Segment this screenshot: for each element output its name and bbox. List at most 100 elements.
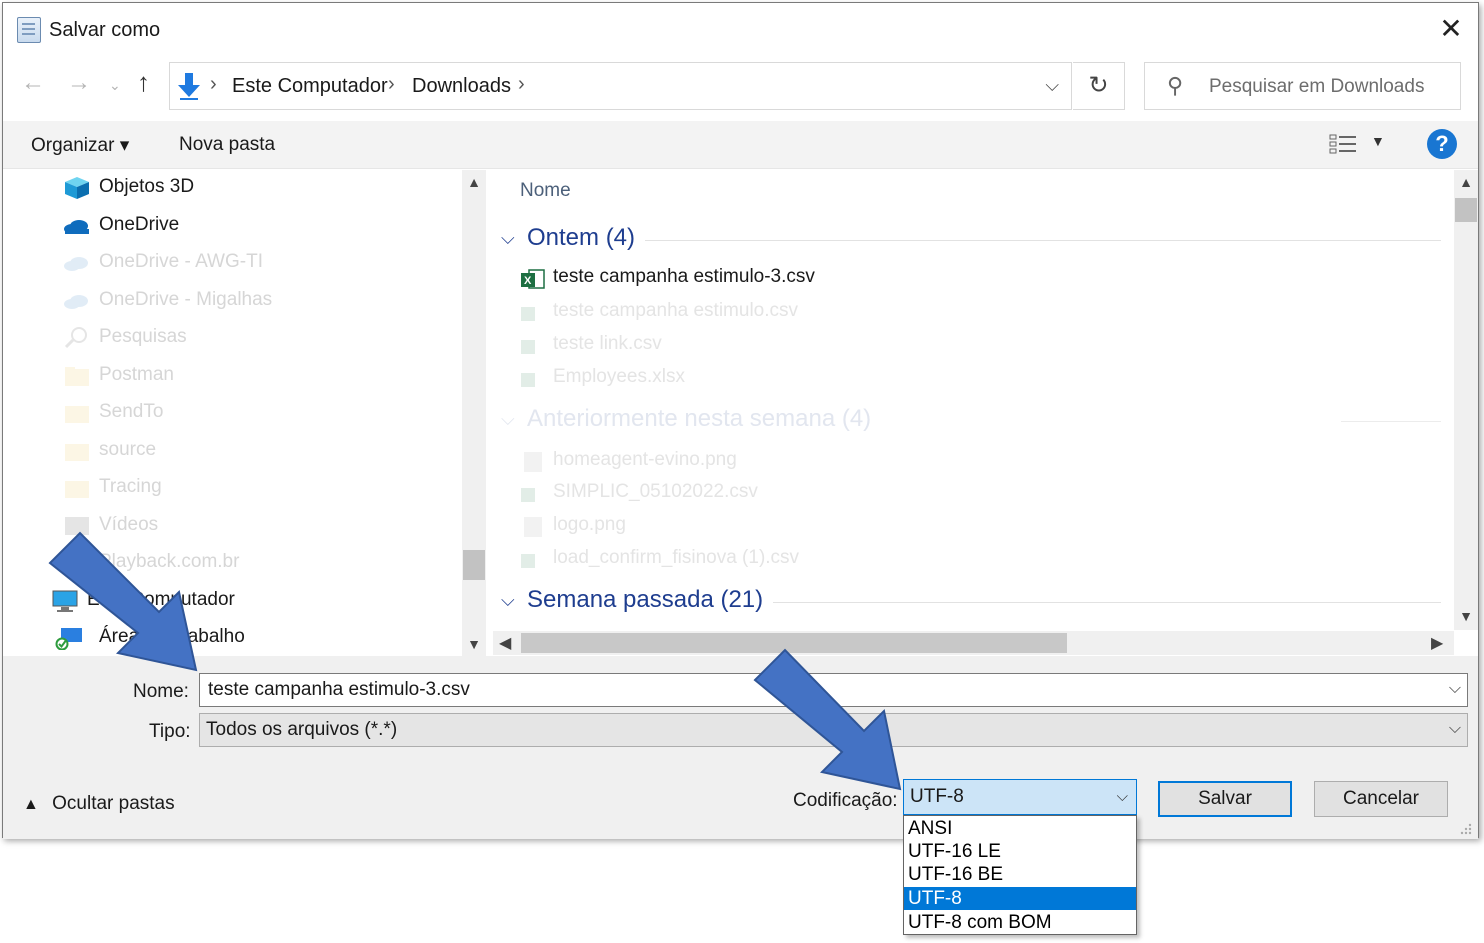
nav-item-label: Tracing bbox=[99, 476, 162, 497]
file-list-scrollbar[interactable]: ▲ ▼ bbox=[1454, 170, 1478, 630]
encoding-value: UTF-8 bbox=[910, 786, 964, 807]
view-dropdown-icon[interactable]: ▼ bbox=[1371, 133, 1385, 149]
excel-file-icon bbox=[521, 554, 535, 568]
nav-item-source[interactable]: source bbox=[63, 435, 443, 465]
new-folder-button[interactable]: Nova pasta bbox=[179, 134, 275, 156]
group-divider bbox=[527, 240, 1441, 241]
encoding-option-utf8-bom[interactable]: UTF-8 com BOM bbox=[904, 911, 1136, 934]
address-dropdown-icon[interactable]: ⌵ bbox=[1045, 75, 1059, 96]
nav-item-sendto[interactable]: SendTo bbox=[63, 397, 443, 427]
file-item[interactable]: SIMPLIC_05102022.csv bbox=[521, 479, 1121, 509]
nav-item-postman[interactable]: Postman bbox=[63, 360, 443, 390]
search-icon bbox=[64, 327, 87, 349]
video-icon bbox=[65, 517, 89, 535]
file-name: load_confirm_fisinova (1).csv bbox=[553, 547, 800, 568]
view-options-icon[interactable] bbox=[1329, 134, 1357, 154]
file-type-select[interactable]: Todos os arquivos (*.*) ⌵ bbox=[199, 713, 1468, 747]
refresh-button[interactable]: ↻ bbox=[1073, 62, 1125, 110]
excel-file-icon bbox=[521, 488, 535, 502]
breadcrumb-this-pc[interactable]: Este Computador bbox=[232, 75, 388, 98]
nav-item-onedrive-migalhas[interactable]: OneDrive - Migalhas bbox=[63, 285, 443, 315]
nav-item-playback[interactable]: Playback.com.br bbox=[63, 547, 443, 577]
command-bar: Organizar ▾ Nova pasta ▼ bbox=[3, 121, 1478, 169]
address-bar[interactable]: › Este Computador › Downloads › ⌵ bbox=[169, 62, 1072, 110]
horizontal-scrollbar[interactable]: ◀ ▶ bbox=[493, 631, 1454, 655]
nav-item-searches[interactable]: Pesquisas bbox=[63, 322, 443, 352]
nav-item-this-pc[interactable]: Este Computador bbox=[51, 585, 431, 615]
group-header-yesterday[interactable]: ⌵ Ontem (4) bbox=[501, 224, 1441, 258]
hide-folders-button[interactable]: ▲ Ocultar pastas bbox=[23, 793, 175, 815]
scroll-right-icon[interactable]: ▶ bbox=[1431, 633, 1443, 653]
file-name-value: teste campanha estimulo-3.csv bbox=[208, 679, 470, 700]
scroll-down-icon[interactable]: ▼ bbox=[1454, 608, 1478, 624]
chevron-down-icon[interactable]: ⌵ bbox=[1449, 680, 1461, 698]
help-icon[interactable]: ? bbox=[1427, 129, 1457, 159]
encoding-option-utf16be[interactable]: UTF-16 BE bbox=[904, 863, 1136, 886]
hide-folders-label: Ocultar pastas bbox=[52, 793, 175, 814]
file-type-label: Tipo: bbox=[149, 721, 191, 742]
close-button[interactable]: ✕ bbox=[1434, 13, 1468, 47]
file-item[interactable]: logo.png bbox=[521, 512, 1121, 542]
save-as-dialog: Salvar como ✕ ← → ⌄ ↑ › Este Computador … bbox=[2, 2, 1479, 839]
cancel-button[interactable]: Cancelar bbox=[1314, 781, 1448, 817]
recent-locations-icon[interactable]: ⌄ bbox=[109, 77, 121, 94]
column-header-name[interactable]: Nome bbox=[520, 180, 571, 202]
group-label: Ontem (4) bbox=[527, 224, 646, 252]
chevron-down-icon[interactable]: ⌵ bbox=[501, 409, 515, 430]
nav-item-3d-objects[interactable]: Objetos 3D bbox=[63, 172, 443, 202]
download-arrow-icon bbox=[178, 73, 200, 100]
scroll-thumb[interactable] bbox=[521, 633, 1067, 653]
encoding-select[interactable]: UTF-8 ⌵ bbox=[903, 779, 1137, 815]
file-list: Nome ⌵ Ontem (4) X teste campanha estimu… bbox=[493, 170, 1453, 630]
save-button[interactable]: Salvar bbox=[1158, 781, 1292, 817]
nav-pane-scrollbar[interactable]: ▲ ▼ bbox=[462, 170, 486, 657]
encoding-option-utf8[interactable]: UTF-8 bbox=[904, 887, 1136, 910]
chevron-up-icon: ▲ bbox=[23, 796, 39, 813]
excel-file-icon bbox=[521, 373, 535, 387]
chevron-down-icon[interactable]: ⌵ bbox=[501, 228, 515, 249]
file-item[interactable]: teste link.csv bbox=[521, 331, 1121, 361]
image-file-icon bbox=[524, 517, 542, 537]
breadcrumb-downloads[interactable]: Downloads bbox=[412, 75, 511, 98]
group-header-earlier-this-week[interactable]: ⌵ Anteriormente nesta semana (4) bbox=[501, 405, 1441, 439]
group-divider bbox=[1341, 421, 1441, 422]
scroll-down-icon[interactable]: ▼ bbox=[462, 636, 486, 652]
organize-button[interactable]: Organizar ▾ bbox=[31, 134, 129, 157]
chevron-down-icon[interactable]: ⌵ bbox=[1117, 788, 1128, 805]
file-item[interactable]: load_confirm_fisinova (1).csv bbox=[521, 545, 1121, 575]
scroll-up-icon[interactable]: ▲ bbox=[462, 174, 486, 190]
nav-item-tracing[interactable]: Tracing bbox=[63, 472, 443, 502]
scroll-thumb[interactable] bbox=[463, 550, 485, 580]
nav-item-onedrive-awg[interactable]: OneDrive - AWG-TI bbox=[63, 247, 443, 277]
encoding-label: Codificação: bbox=[793, 790, 898, 811]
scroll-thumb[interactable] bbox=[1455, 198, 1477, 222]
file-name-input[interactable]: teste campanha estimulo-3.csv ⌵ bbox=[199, 673, 1468, 707]
nav-item-videos[interactable]: Vídeos bbox=[63, 510, 443, 540]
nav-item-onedrive[interactable]: OneDrive bbox=[63, 210, 443, 240]
file-item[interactable]: homeagent-evino.png bbox=[521, 447, 1121, 477]
encoding-option-ansi[interactable]: ANSI bbox=[904, 817, 1136, 840]
forward-icon[interactable]: → bbox=[67, 69, 91, 97]
folder-icon bbox=[65, 481, 89, 498]
file-type-value: Todos os arquivos (*.*) bbox=[206, 719, 398, 740]
file-name: homeagent-evino.png bbox=[553, 449, 737, 470]
chevron-down-icon[interactable]: ⌵ bbox=[501, 590, 515, 611]
file-name: teste campanha estimulo-3.csv bbox=[553, 266, 815, 287]
file-item[interactable]: Employees.xlsx bbox=[521, 364, 1121, 394]
scroll-left-icon[interactable]: ◀ bbox=[499, 633, 511, 653]
scroll-up-icon[interactable]: ▲ bbox=[1454, 174, 1478, 190]
search-box[interactable]: ⚲ Pesquisar em Downloads bbox=[1144, 62, 1461, 110]
nav-item-label: SendTo bbox=[99, 401, 164, 422]
up-icon[interactable]: ↑ bbox=[137, 67, 150, 98]
back-icon[interactable]: ← bbox=[21, 69, 45, 97]
encoding-option-utf16le[interactable]: UTF-16 LE bbox=[904, 840, 1136, 863]
file-item[interactable]: X teste campanha estimulo-3.csv bbox=[521, 264, 1121, 294]
file-item[interactable]: teste campanha estimulo.csv bbox=[521, 298, 1121, 328]
nav-item-desktop[interactable]: Área de Trabalho bbox=[55, 622, 435, 652]
chevron-down-icon[interactable]: ⌵ bbox=[1449, 720, 1461, 738]
group-header-last-week[interactable]: ⌵ Semana passada (21) bbox=[501, 586, 1441, 620]
file-name-label: Nome: bbox=[133, 681, 189, 702]
excel-file-icon bbox=[521, 307, 535, 321]
nav-item-label: Postman bbox=[99, 364, 174, 385]
resize-grip-icon[interactable] bbox=[1458, 821, 1472, 835]
